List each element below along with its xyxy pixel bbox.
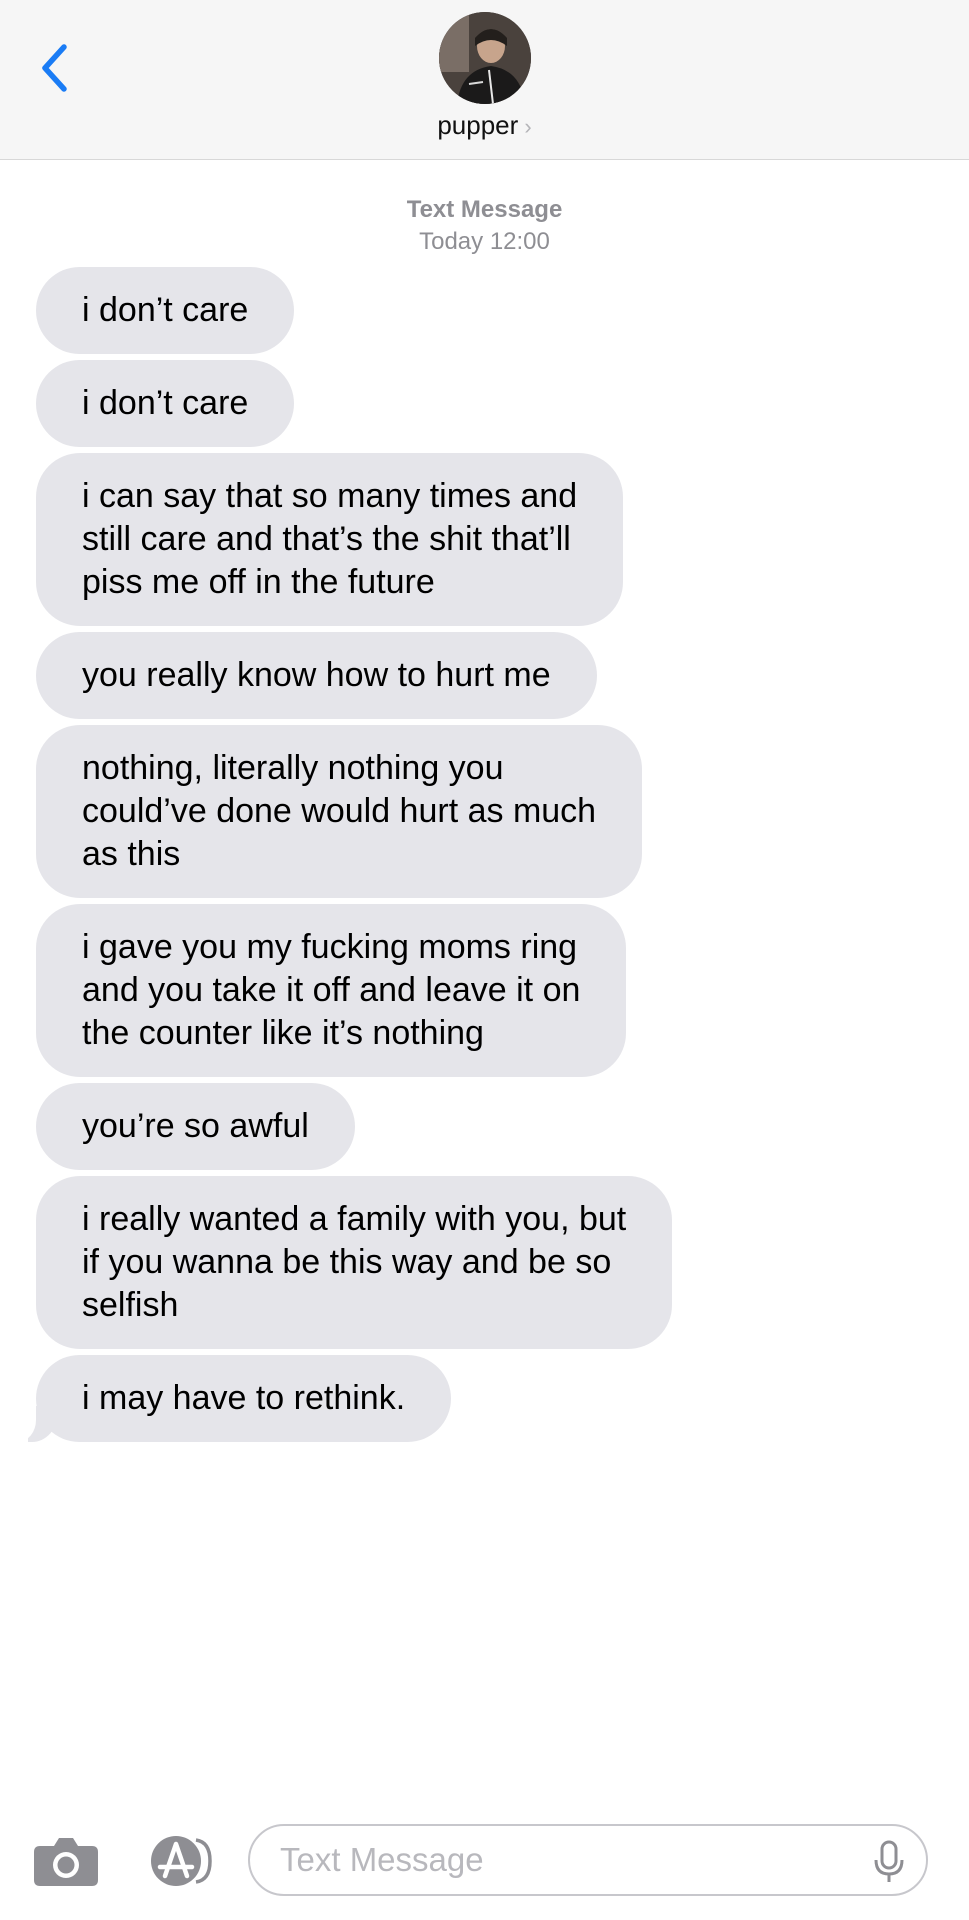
message-text-line: still care and that’s the shit that’ll — [82, 520, 571, 558]
back-button[interactable] — [30, 38, 78, 98]
message-text-line: as this — [82, 835, 181, 873]
contact-avatar[interactable] — [439, 12, 531, 104]
message-thread: i don’t care i don’t care i can say that s… — [15, 267, 756, 1448]
contact-name[interactable]: pupper › — [0, 110, 969, 141]
dictation-button[interactable] — [872, 1840, 906, 1884]
message-text-line: i can say that so many times and — [82, 477, 578, 515]
message-input[interactable] — [280, 1826, 860, 1894]
message-bubble[interactable]: i don’t care — [36, 360, 295, 447]
message-text-line: you really know how to hurt me — [82, 656, 551, 694]
message-bubble[interactable]: i really wanted a family with you, but if… — [36, 1176, 673, 1349]
service-label: Text Message — [406, 196, 563, 223]
message-text-line: i don’t care — [82, 291, 249, 329]
message-bubble[interactable]: you really know how to hurt me — [36, 632, 597, 719]
message-text-line: piss me off in the future — [82, 563, 435, 601]
message-text-line: the counter like it’s nothing — [82, 1014, 484, 1052]
thread-timestamp: Today 12:00 — [419, 228, 550, 255]
message-text-line: could’ve done would hurt as much — [82, 792, 597, 830]
message-bubble[interactable]: i gave you my fucking moms ring and you t… — [36, 904, 627, 1077]
contact-name-label: pupper — [437, 110, 519, 140]
message-text-line: i don’t care — [82, 384, 249, 422]
message-text-line: i gave you my fucking moms ring — [82, 928, 578, 966]
message-text-line: if you wanna be this way and be so — [82, 1243, 612, 1281]
message-text-line: and you take it off and leave it on — [82, 971, 581, 1009]
message-text-line: nothing, literally nothing you — [82, 749, 504, 787]
message-text-line: i may have to rethink. — [82, 1379, 406, 1417]
camera-icon — [34, 1838, 98, 1886]
conversation-header: pupper › — [0, 0, 969, 160]
message-bubble[interactable]: you’re so awful — [36, 1083, 355, 1170]
message-text-line: you’re so awful — [82, 1107, 309, 1145]
message-bubble[interactable]: nothing, literally nothing you could’ve d… — [36, 725, 643, 898]
message-input-field[interactable] — [248, 1824, 928, 1896]
chevron-left-icon — [42, 44, 67, 92]
message-text-line: selfish — [82, 1286, 179, 1324]
app-store-icon — [151, 1836, 212, 1886]
compose-bar — [0, 1810, 969, 1910]
message-text-line: i really wanted a family with you, but — [82, 1200, 627, 1238]
app-store-button[interactable] — [146, 1834, 214, 1888]
avatar-photo — [439, 12, 531, 104]
message-bubble[interactable]: i may have to rethink. — [15, 1355, 452, 1442]
thread-meta: Text Message Today 12:00 — [0, 196, 969, 256]
chevron-right-icon: › — [524, 114, 532, 139]
microphone-icon — [874, 1840, 904, 1882]
message-bubble[interactable]: i can say that so many times and still ca… — [36, 453, 624, 626]
message-bubble[interactable]: i don’t care — [36, 267, 295, 354]
camera-button[interactable] — [32, 1834, 100, 1888]
